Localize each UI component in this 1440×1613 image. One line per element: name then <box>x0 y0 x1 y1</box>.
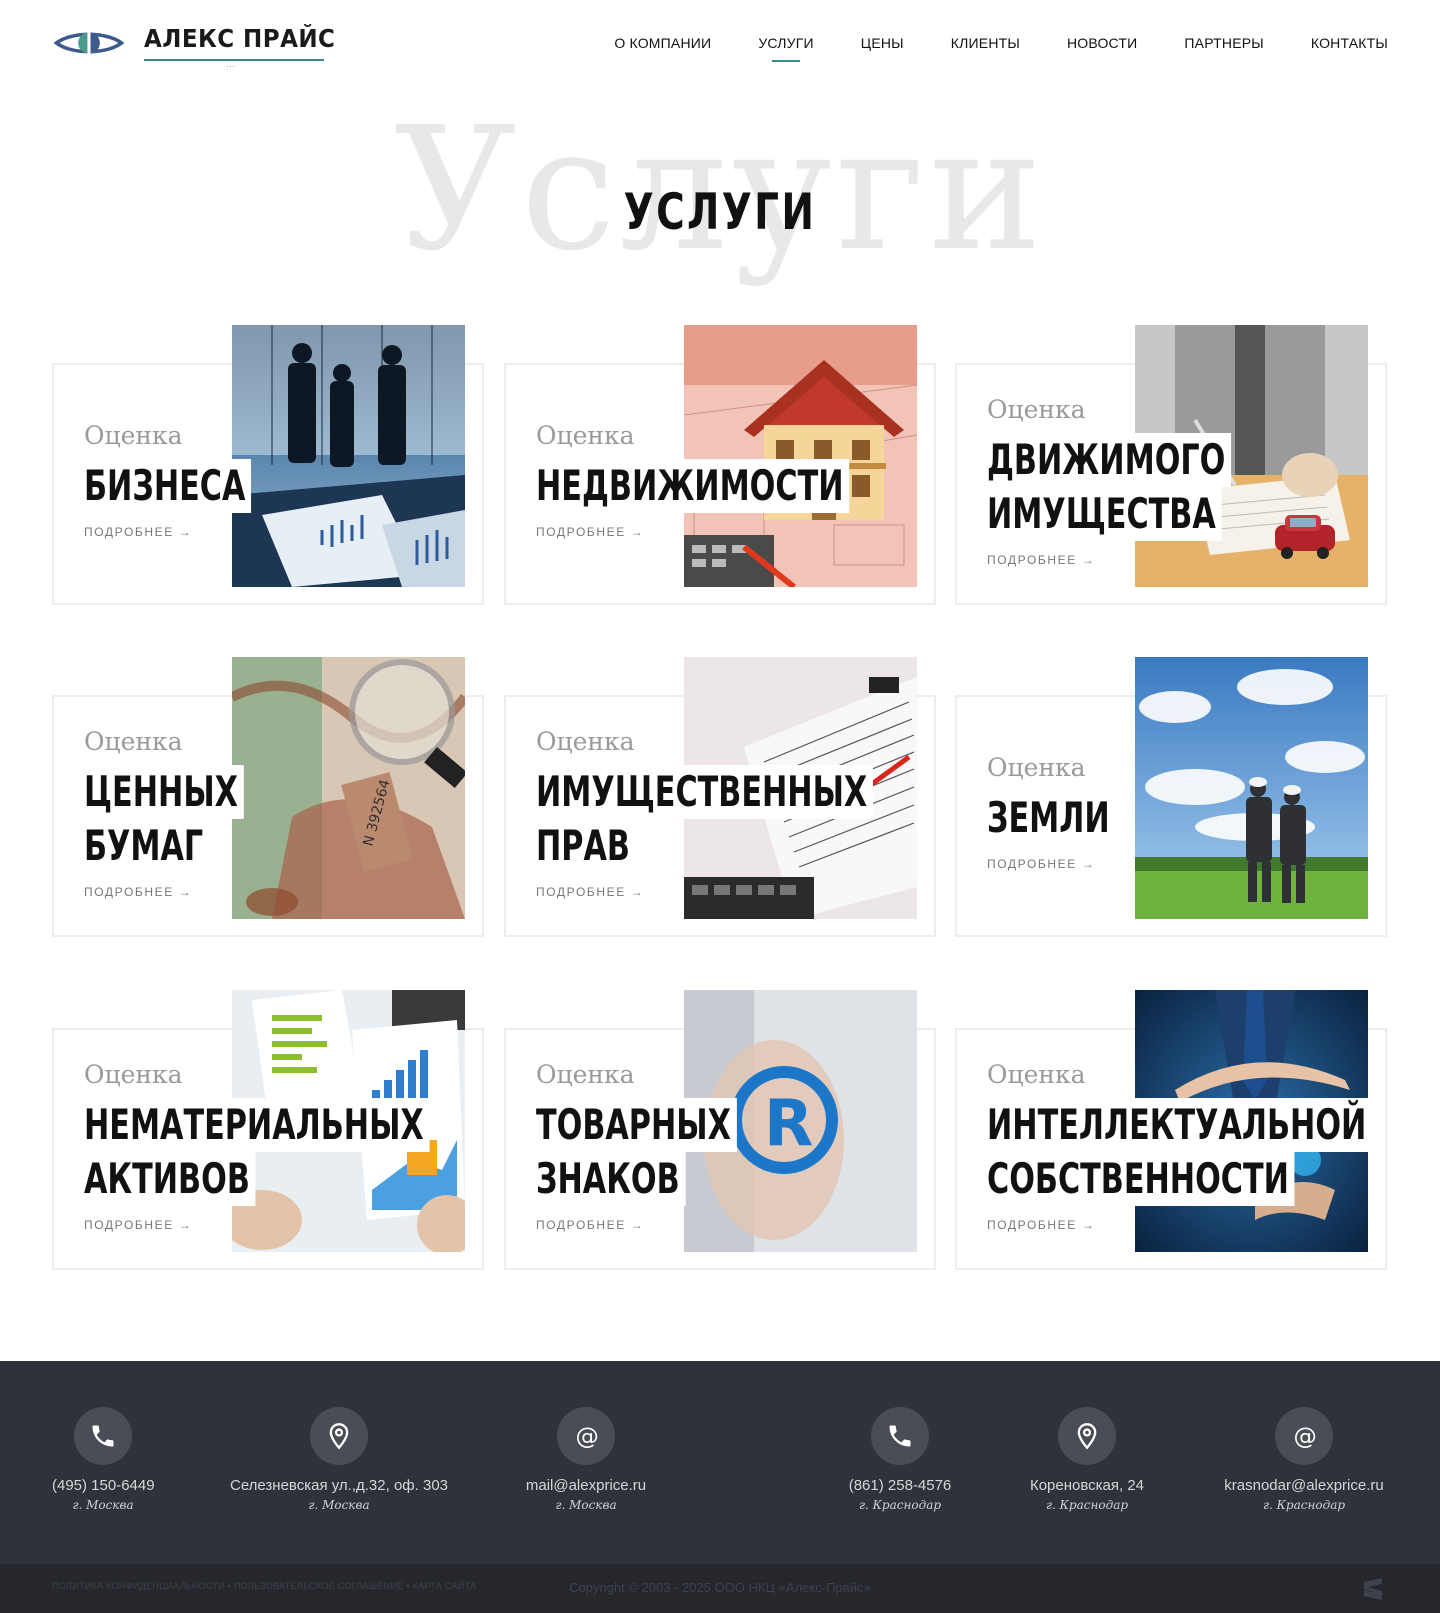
card-text: Оценка ЦЕННЫХ БУМАГ ПОДРОБНЕЕ → <box>84 727 306 899</box>
phone-number[interactable]: (495) 150-6449 <box>52 1477 155 1495</box>
more-link[interactable]: ПОДРОБНЕЕ → <box>536 525 971 539</box>
card-title-line2: ЗНАКОВ <box>536 1152 686 1206</box>
card-text: Оценка ИНТЕЛЛЕКТУАЛЬНОЙ СОБСТВЕННОСТИ ПО… <box>987 1060 1440 1232</box>
card-text: Оценка ТОВАРНЫХ ЗНАКОВ ПОДРОБНЕЕ → <box>536 1060 815 1232</box>
more-link[interactable]: ПОДРОБНЕЕ → <box>84 525 316 539</box>
city-label: г. Москва <box>72 1498 134 1512</box>
city-label: г. Краснодар <box>1045 1498 1129 1512</box>
service-card-intangible-assets[interactable]: Оценка НЕМАТЕРИАЛЬНЫХ АКТИВОВ ПОДРОБНЕЕ … <box>52 990 484 1270</box>
at-icon: @ <box>557 1407 615 1465</box>
footer-contact-phone-moscow: (495) 150-6449 г. Москва <box>52 1361 155 1513</box>
phone-icon <box>871 1407 929 1465</box>
card-prefix: Оценка <box>84 1060 183 1089</box>
card-title-line1: ЦЕННЫХ <box>84 765 244 819</box>
more-link[interactable]: ПОДРОБНЕЕ → <box>84 1218 564 1232</box>
footer-contact-email-krasnodar: @ krasnodar@alexprice.ru г. Краснодар <box>1220 1361 1388 1513</box>
svg-text:@: @ <box>1294 1422 1317 1450</box>
phone-icon <box>74 1407 132 1465</box>
card-title-line2: ПРАВ <box>536 819 636 873</box>
card-text: Оценка ИМУЩЕСТВЕННЫХ ПРАВ ПОДРОБНЕЕ → <box>536 727 1004 899</box>
city-label: г. Краснодар <box>858 1498 942 1512</box>
footer-bottom-bar: ПОЛИТИКА КОНФИДЕНЦИАЛЬНОСТИ • ПОЛЬЗОВАТЕ… <box>0 1564 1440 1613</box>
card-title-line2: ИМУЩЕСТВА <box>987 487 1222 541</box>
city-label: г. Москва <box>308 1498 370 1512</box>
location-icon <box>1058 1407 1116 1465</box>
card-title-line1: НЕМАТЕРИАЛЬНЫХ <box>84 1098 430 1152</box>
email-link[interactable]: krasnodar@alexprice.ru <box>1220 1477 1388 1495</box>
site-footer: (495) 150-6449 г. Москва Селезневская ул… <box>0 1361 1440 1564</box>
svg-text:@: @ <box>576 1422 599 1450</box>
card-title-line2: БУМАГ <box>84 819 209 873</box>
nav-item-news[interactable]: НОВОСТИ <box>1067 34 1137 52</box>
logo-dots: ... <box>225 60 236 69</box>
card-prefix: Оценка <box>536 727 635 756</box>
service-card-trademarks[interactable]: R Оценка ТОВАРНЫХ ЗНАКОВ ПОДРОБНЕЕ → <box>504 990 936 1270</box>
copyright: Copyright © 2003 - 2025 ООО НКЦ «Алекс-П… <box>569 1580 871 1595</box>
card-title-line1: ЗЕМЛИ <box>987 791 1116 845</box>
land-field-image <box>1135 657 1368 919</box>
footer-contact-email-moscow: @ mail@alexprice.ru г. Москва <box>522 1361 650 1513</box>
city-label: г. Москва <box>555 1498 617 1512</box>
card-title-line1: ИНТЕЛЛЕКТУАЛЬНОЙ <box>987 1098 1373 1152</box>
service-card-movable-property[interactable]: Оценка ДВИЖИМОГО ИМУЩЕСТВА ПОДРОБНЕЕ → <box>955 325 1387 605</box>
card-text: Оценка НЕМАТЕРИАЛЬНЫХ АКТИВОВ ПОДРОБНЕЕ … <box>84 1060 564 1232</box>
logo[interactable]: АЛЕКС ПРАЙС ... <box>52 22 352 69</box>
service-card-real-estate[interactable]: Оценка НЕДВИЖИМОСТИ ПОДРОБНЕЕ → <box>504 325 936 605</box>
page-title: УСЛУГИ <box>623 183 817 241</box>
card-text: Оценка ЗЕМЛИ ПОДРОБНЕЕ → <box>987 753 1165 871</box>
card-text: Оценка ДВИЖИМОГО ИМУЩЕСТВА ПОДРОБНЕЕ → <box>987 395 1326 567</box>
footer-contact-address-krasnodar: Кореновская, 24 г. Краснодар <box>1026 1361 1148 1513</box>
site-header: АЛЕКС ПРАЙС ... О КОМПАНИИ УСЛУГИ ЦЕНЫ К… <box>0 0 1440 90</box>
card-title-line1: НЕДВИЖИМОСТИ <box>536 459 850 513</box>
address: Кореновская, 24 <box>1029 1477 1145 1494</box>
more-link[interactable]: ПОДРОБНЕЕ → <box>987 553 1326 567</box>
nav-item-clients[interactable]: КЛИЕНТЫ <box>951 34 1020 52</box>
more-link[interactable]: ПОДРОБНЕЕ → <box>987 857 1165 871</box>
footer-contact-phone-krasnodar: (861) 258-4576 г. Краснодар <box>848 1361 952 1513</box>
nav-item-services[interactable]: УСЛУГИ <box>758 34 813 52</box>
card-title-line2: СОБСТВЕННОСТИ <box>987 1152 1295 1206</box>
more-link[interactable]: ПОДРОБНЕЕ → <box>987 1218 1440 1232</box>
service-card-securities[interactable]: N 392564 Оценка ЦЕННЫХ БУМАГ ПОДРОБНЕЕ → <box>52 657 484 937</box>
developer-logo-icon[interactable] <box>1358 1574 1388 1604</box>
phone-number[interactable]: (861) 258-4576 <box>848 1477 952 1495</box>
main-nav: О КОМПАНИИ УСЛУГИ ЦЕНЫ КЛИЕНТЫ НОВОСТИ П… <box>567 34 1388 52</box>
card-title-line2: АКТИВОВ <box>84 1152 256 1206</box>
card-text: Оценка БИЗНЕСА ПОДРОБНЕЕ → <box>84 421 316 539</box>
card-prefix: Оценка <box>84 421 183 450</box>
footer-contact-address-moscow: Селезневская ул.,д.32, оф. 303 г. Москва <box>228 1361 450 1513</box>
card-prefix: Оценка <box>536 1060 635 1089</box>
card-text: Оценка НЕДВИЖИМОСТИ ПОДРОБНЕЕ → <box>536 421 971 539</box>
city-label: г. Краснодар <box>1262 1498 1346 1512</box>
card-title-line1: ИМУЩЕСТВЕННЫХ <box>536 765 874 819</box>
card-prefix: Оценка <box>987 1060 1086 1089</box>
nav-item-about[interactable]: О КОМПАНИИ <box>614 34 711 52</box>
card-prefix: Оценка <box>987 753 1086 782</box>
card-title-line1: ДВИЖИМОГО <box>987 433 1232 487</box>
card-prefix: Оценка <box>84 727 183 756</box>
service-card-property-rights[interactable]: Оценка ИМУЩЕСТВЕННЫХ ПРАВ ПОДРОБНЕЕ → <box>504 657 936 937</box>
more-link[interactable]: ПОДРОБНЕЕ → <box>536 1218 815 1232</box>
service-card-land[interactable]: Оценка ЗЕМЛИ ПОДРОБНЕЕ → <box>955 657 1387 937</box>
more-link[interactable]: ПОДРОБНЕЕ → <box>84 885 306 899</box>
nav-item-contacts[interactable]: КОНТАКТЫ <box>1311 34 1388 52</box>
eye-logo-icon <box>53 30 125 56</box>
email-link[interactable]: mail@alexprice.ru <box>522 1477 650 1495</box>
at-icon: @ <box>1275 1407 1333 1465</box>
location-icon <box>310 1407 368 1465</box>
card-prefix: Оценка <box>536 421 635 450</box>
logo-text: АЛЕКС ПРАЙС <box>143 24 336 53</box>
more-link[interactable]: ПОДРОБНЕЕ → <box>536 885 1004 899</box>
service-card-intellectual-property[interactable]: Оценка ИНТЕЛЛЕКТУАЛЬНОЙ СОБСТВЕННОСТИ ПО… <box>955 990 1387 1270</box>
nav-item-prices[interactable]: ЦЕНЫ <box>861 34 904 52</box>
address: Селезневская ул.,д.32, оф. 303 <box>229 1477 448 1494</box>
service-card-business[interactable]: Оценка БИЗНЕСА ПОДРОБНЕЕ → <box>52 325 484 605</box>
card-title-line1: ТОВАРНЫХ <box>536 1098 737 1152</box>
card-title-line1: БИЗНЕСА <box>84 459 252 513</box>
nav-item-partners[interactable]: ПАРТНЕРЫ <box>1184 34 1263 52</box>
card-prefix: Оценка <box>987 395 1086 424</box>
